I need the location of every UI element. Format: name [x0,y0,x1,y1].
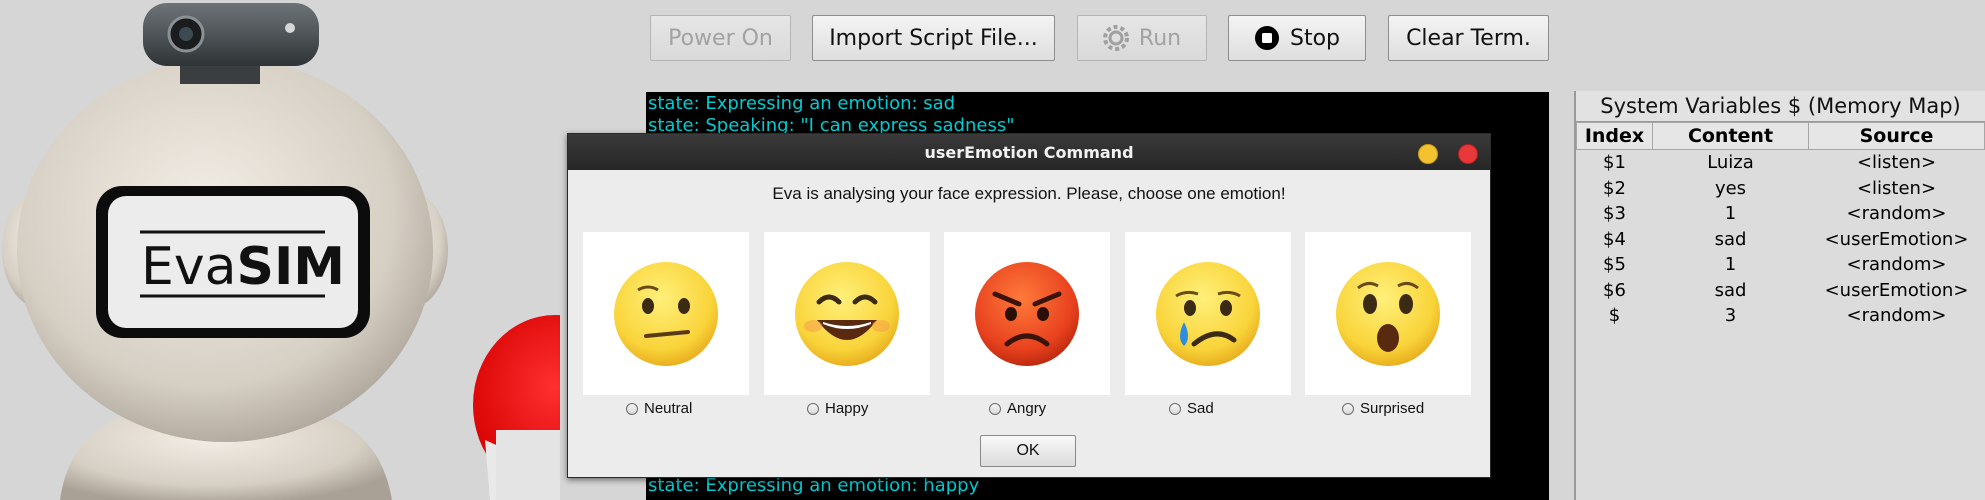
minimize-button[interactable] [1418,144,1438,164]
radio-button[interactable] [1342,402,1354,415]
emotion-card-angry[interactable] [944,232,1110,395]
emotion-card-surprised[interactable] [1305,232,1471,395]
cell-content: sad [1714,228,1747,250]
gear-icon [1102,25,1129,51]
table-row[interactable]: $6 sad <userEmotion> [1577,278,1985,304]
surprised-face-icon [1336,262,1440,366]
emotion-card-happy[interactable] [764,232,930,395]
radio-angry[interactable]: Angry [989,400,1046,417]
column-header-content[interactable]: Content [1652,122,1809,150]
cell-index: $4 [1603,228,1626,250]
cell-index: $3 [1603,203,1626,225]
angry-face-icon [975,262,1079,366]
happy-face-icon [795,262,899,366]
cell-index: $6 [1603,279,1626,301]
column-header-source[interactable]: Source [1808,122,1985,150]
cell-content: 3 [1724,305,1737,327]
emotion-card-sad[interactable] [1125,232,1291,395]
cell-index: $ [1608,305,1621,327]
radio-label-happy: Happy [825,400,869,417]
cell-content: Luiza [1707,152,1754,174]
dialog-titlebar[interactable]: userEmotion Command [568,134,1490,170]
cell-source: <random> [1846,305,1947,327]
run-button[interactable]: Run [1077,15,1207,61]
cell-content: 1 [1724,203,1737,225]
logo-text-bold: SIM [237,237,346,297]
radio-label-sad: Sad [1187,400,1214,417]
user-emotion-dialog: userEmotion Command Eva is analysing you… [567,133,1491,478]
terminal-line: state: Expressing an emotion: happy [648,475,980,496]
memory-map-panel: System Variables $ (Memory Map) Index Co… [1574,91,1985,500]
import-script-label: Import Script File... [829,25,1038,51]
power-on-button[interactable]: Power On [650,15,791,61]
evasim-robot: EvaSIM [0,0,560,500]
radio-button[interactable] [1169,402,1181,415]
cell-source: <userEmotion> [1824,228,1969,250]
import-script-button[interactable]: Import Script File... [812,15,1055,61]
cell-source: <random> [1846,254,1947,276]
table-row[interactable]: $1 Luiza <listen> [1577,150,1985,176]
cell-source: <userEmotion> [1824,279,1969,301]
table-row[interactable]: $4 sad <userEmotion> [1577,227,1985,253]
radio-surprised[interactable]: Surprised [1342,400,1424,417]
column-header-index[interactable]: Index [1576,122,1653,150]
ok-button[interactable]: OK [980,435,1076,467]
table-row[interactable]: $3 1 <random> [1577,201,1985,227]
radio-button[interactable] [807,402,819,415]
cell-content: 1 [1724,254,1737,276]
cell-index: $1 [1603,152,1626,174]
cell-index: $5 [1603,254,1626,276]
stop-button[interactable]: Stop [1228,15,1366,61]
memory-map-table: Index Content Source $1 Luiza <listen> $2 y… [1576,122,1985,329]
cell-content: sad [1714,279,1747,301]
radio-happy[interactable]: Happy [807,400,868,417]
radio-button[interactable] [989,402,1001,415]
radio-label-angry: Angry [1007,400,1047,417]
neutral-face-icon [614,262,718,366]
memory-map-title: System Variables $ (Memory Map) [1576,91,1985,122]
robot-illustration: EvaSIM [2,3,560,500]
dialog-title: userEmotion Command [924,142,1134,162]
dialog-prompt: Eva is analysing your face expression. P… [772,184,1286,203]
radio-label-neutral: Neutral [644,400,693,417]
close-button[interactable] [1458,144,1478,164]
table-row[interactable]: $2 yes <listen> [1577,176,1985,202]
power-on-label: Power On [668,25,773,51]
stop-label: Stop [1289,25,1340,51]
logo-text-light: Eva [141,237,237,297]
radio-label-surprised: Surprised [1360,400,1425,417]
cell-content: yes [1714,177,1747,199]
cell-source: <random> [1846,203,1947,225]
clear-term-button[interactable]: Clear Term. [1388,15,1549,61]
cell-source: <listen> [1856,152,1937,174]
table-header-row: Index Content Source [1576,122,1985,150]
clear-term-label: Clear Term. [1406,25,1531,51]
ok-label: OK [1016,442,1040,459]
sad-face-icon [1156,262,1260,366]
radio-sad[interactable]: Sad [1169,400,1214,417]
cell-source: <listen> [1856,177,1937,199]
svg-text:EvaSIM: EvaSIM [141,237,345,297]
radio-neutral[interactable]: Neutral [626,400,692,417]
terminal-line: state: Expressing an emotion: sad [648,93,956,114]
cell-index: $2 [1603,177,1626,199]
stop-icon [1254,26,1279,50]
table-row[interactable]: $3 <random> [1577,303,1985,329]
run-label: Run [1138,25,1182,51]
radio-button[interactable] [626,402,638,415]
emotion-card-neutral[interactable] [583,232,749,395]
table-row[interactable]: $5 1 <random> [1577,252,1985,278]
